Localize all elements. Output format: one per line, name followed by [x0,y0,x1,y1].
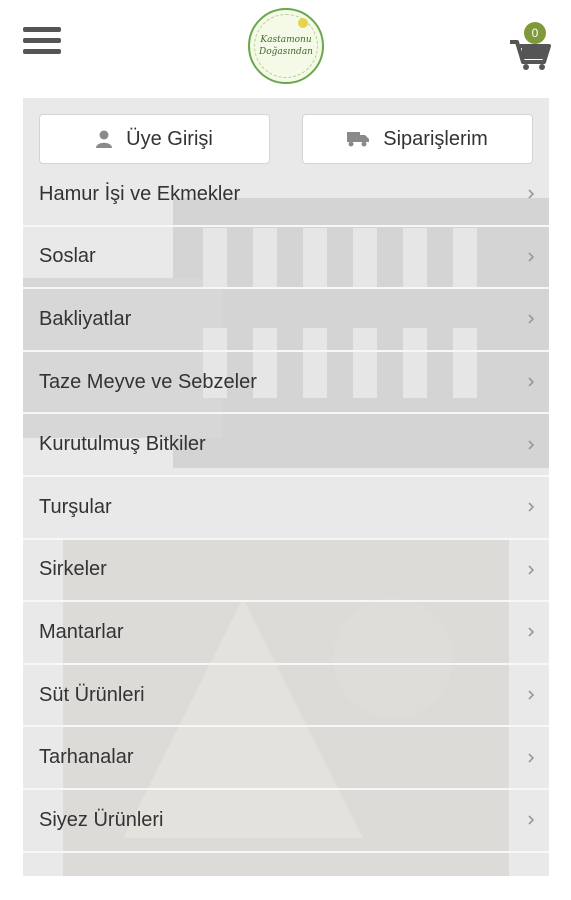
category-label: Soslar [39,245,96,268]
bottom-edge [0,876,571,900]
category-item[interactable]: Turşular [23,477,549,540]
category-item[interactable]: Tarhanalar [23,727,549,790]
category-item[interactable]: Kurutulmuş Bitkiler [23,414,549,477]
chevron-right-icon [528,252,535,262]
category-item[interactable]: Sirkeler [23,540,549,603]
orders-button-label: Siparişlerim [383,127,488,150]
login-button-label: Üye Girişi [126,127,213,150]
category-label: Turşular [39,495,112,518]
side-menu: Üye Girişi Siparişlerim Hamur İşi ve Ekm… [23,98,549,876]
category-item[interactable]: Mantarlar [23,602,549,665]
hamburger-icon[interactable] [23,27,61,59]
chevron-right-icon [528,189,535,199]
chevron-right-icon [528,502,535,512]
category-label: Siyez Ürünleri [39,808,164,831]
category-label: Tarhanalar [39,746,134,769]
chevron-right-icon [528,815,535,825]
logo[interactable]: Kastamonu Doğasından [248,8,324,84]
header: Kastamonu Doğasından 0 [0,0,571,95]
cart-button[interactable]: 0 [508,22,552,70]
category-label: Bakliyatlar [39,307,132,330]
category-item[interactable]: Hamur İşi ve Ekmekler [23,164,549,227]
category-label: Taze Meyve ve Sebzeler [39,370,257,393]
category-item[interactable]: Taze Meyve ve Sebzeler [23,352,549,415]
category-label: Sirkeler [39,558,107,581]
account-actions: Üye Girişi Siparişlerim [39,114,533,164]
category-item[interactable]: Bakliyatlar [23,289,549,352]
category-label: Süt Ürünleri [39,683,145,706]
category-label: Mantarlar [39,620,124,643]
category-label: Kurutulmuş Bitkiler [39,433,206,456]
chevron-right-icon [528,690,535,700]
logo-line-2: Doğasından [259,47,313,57]
login-button[interactable]: Üye Girişi [39,114,270,164]
category-item[interactable]: Soslar [23,227,549,290]
category-item[interactable]: Siyez Ürünleri [23,790,549,853]
logo-sun-icon [298,18,308,28]
chevron-right-icon [528,627,535,638]
logo-line-1: Kastamonu [260,35,312,45]
chevron-right-icon [528,565,535,575]
chevron-right-icon [528,314,535,325]
truck-icon [347,131,370,147]
category-list: Hamur İşi ve Ekmekler Soslar Bakliyatlar… [23,164,549,853]
chevron-right-icon [528,377,535,387]
chevron-right-icon [528,753,535,763]
user-icon [96,130,113,148]
category-label: Hamur İşi ve Ekmekler [39,182,241,205]
orders-button[interactable]: Siparişlerim [302,114,533,164]
cart-count-badge: 0 [524,22,546,44]
chevron-right-icon [528,440,535,450]
category-item[interactable]: Süt Ürünleri [23,665,549,728]
